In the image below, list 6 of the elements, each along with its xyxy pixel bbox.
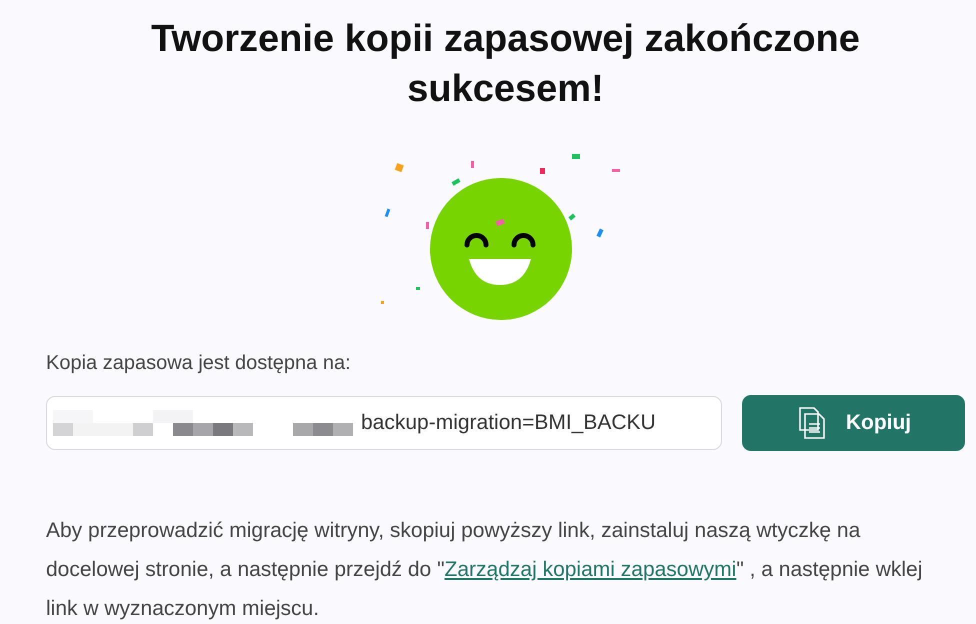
link-field[interactable]: backup-migration=BMI_BACKU — [46, 396, 722, 450]
page-title: Tworzenie kopii zapasowej zakończone sukcesem! — [150, 17, 861, 112]
manage-backups-link[interactable]: Zarządzaj kopiami zapasowymi — [444, 558, 736, 581]
instruction-text: Aby przeprowadzić migrację witryny, skopiuj powyższy link, zainstaluj naszą wtyczkę na docelowej stronie, a następnie przejdź do "Zarządzaj kopiami zapasowymi" , a następnie wklej link w wyznaczonym miejscu. — [46, 518, 924, 622]
field-label: Kopia zapasowa jest dostępna na: — [46, 352, 352, 375]
copy-button[interactable]: Kopiuj — [742, 395, 965, 451]
